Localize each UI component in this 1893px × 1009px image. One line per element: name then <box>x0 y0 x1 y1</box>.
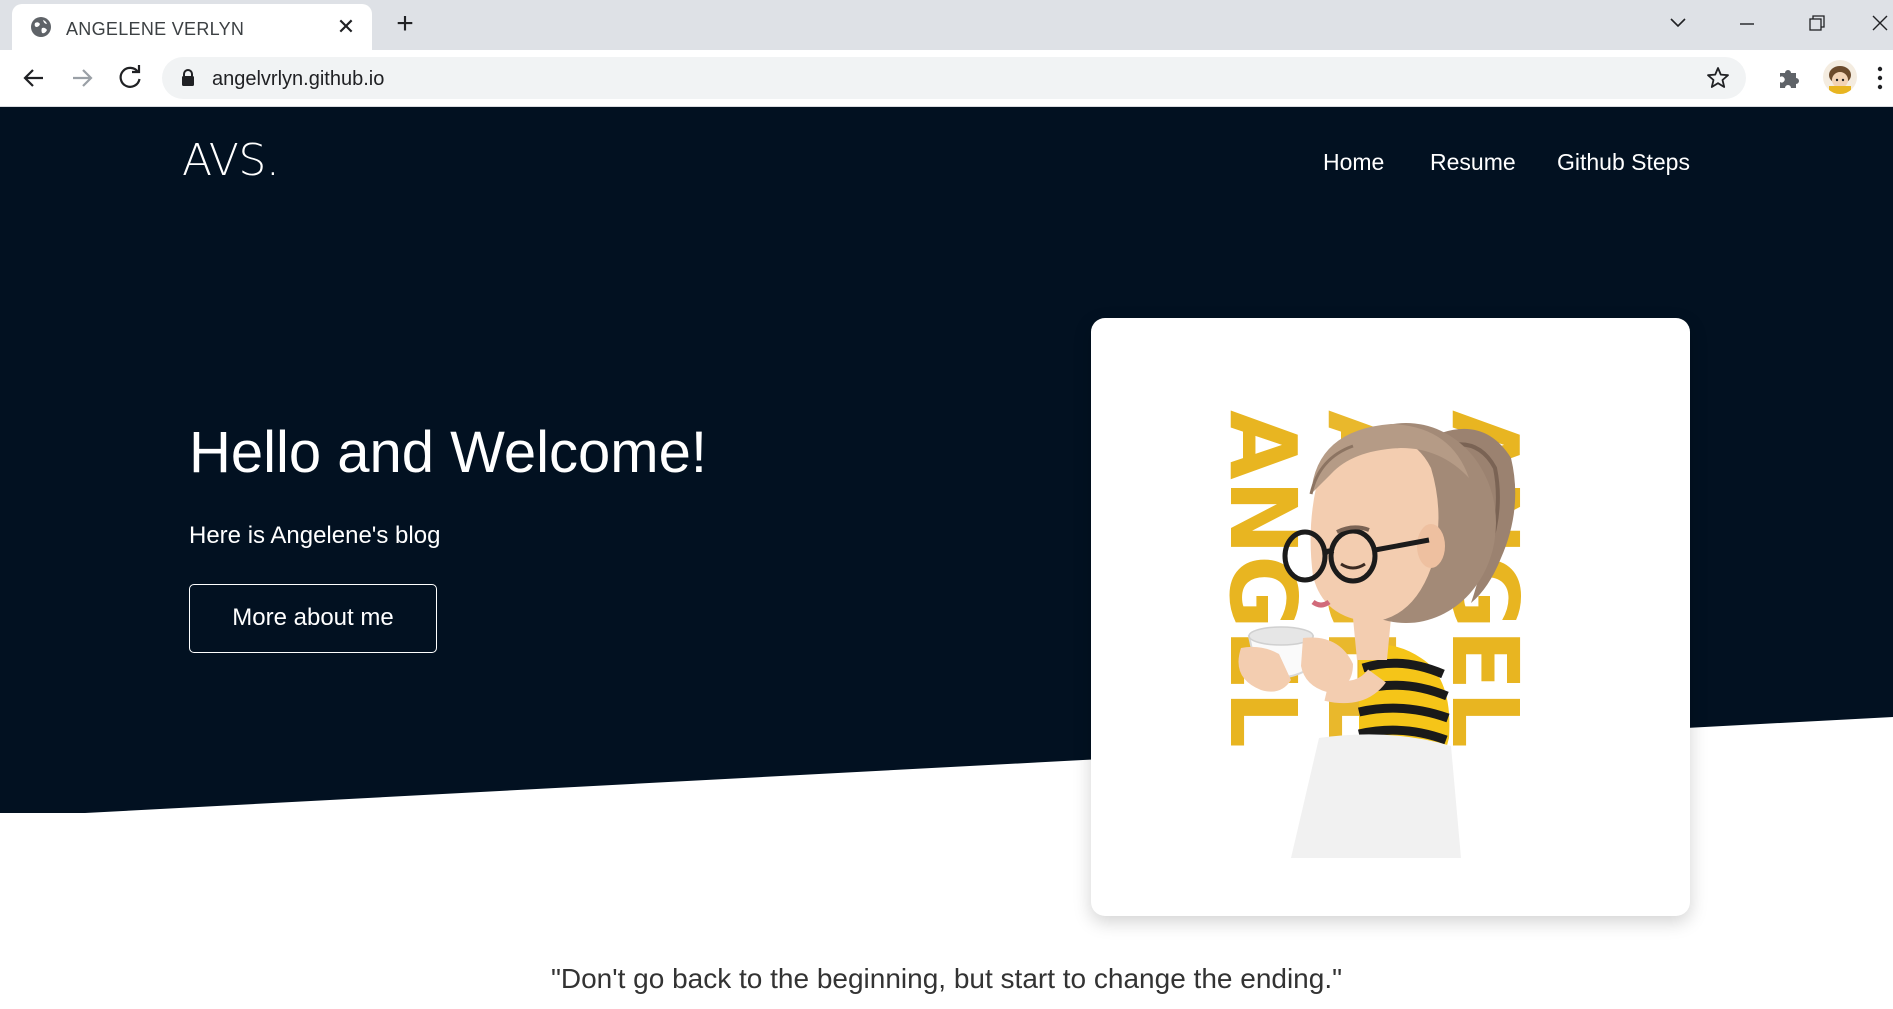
forward-arrow-icon[interactable] <box>64 60 100 96</box>
address-bar[interactable]: angelvrlyn.github.io <box>162 57 1746 99</box>
star-icon[interactable] <box>1704 64 1732 92</box>
close-tab-icon[interactable]: ✕ <box>334 15 358 39</box>
reload-icon[interactable] <box>112 60 148 96</box>
url-text[interactable]: angelvrlyn.github.io <box>212 68 384 91</box>
profile-avatar[interactable] <box>1823 60 1857 94</box>
restore-icon[interactable] <box>1796 8 1836 38</box>
hero-subtitle: Here is Angelene's blog <box>189 522 441 549</box>
puzzle-icon[interactable] <box>1776 65 1802 91</box>
nav-link-resume[interactable]: Resume <box>1430 149 1516 176</box>
lock-icon[interactable] <box>180 68 196 88</box>
close-window-icon[interactable] <box>1860 8 1893 38</box>
browser-toolbar: angelvrlyn.github.io <box>0 50 1893 107</box>
tab-title: ANGELENE VERLYN <box>66 19 245 39</box>
avatar-image <box>1823 60 1857 94</box>
browser-tab[interactable]: ANGELENE VERLYN ✕ <box>12 4 372 50</box>
hero-title: Hello and Welcome! <box>189 420 707 485</box>
nav-link-github-steps[interactable]: Github Steps <box>1557 149 1690 176</box>
tab-search-chevron-icon[interactable] <box>1658 8 1698 38</box>
back-arrow-icon[interactable] <box>16 60 52 96</box>
minimize-icon[interactable] <box>1727 8 1767 38</box>
globe-icon <box>31 17 51 37</box>
quote-text: "Don't go back to the beginning, but sta… <box>550 963 1343 994</box>
more-about-me-button[interactable]: More about me <box>189 584 437 653</box>
web-page: AVS. Home Resume Github Steps Hello and … <box>0 107 1893 1009</box>
nav-link-home[interactable]: Home <box>1323 149 1384 176</box>
avatar-illustration: ANGEL ANGEL ANGEL <box>1209 410 1538 858</box>
tab-strip: ANGELENE VERLYN ✕ + <box>0 0 1893 50</box>
new-tab-plus-icon[interactable]: + <box>390 9 420 40</box>
profile-card: ANGEL ANGEL ANGEL <box>1091 318 1690 916</box>
site-logo[interactable]: AVS. <box>182 135 280 186</box>
more-vertical-icon[interactable] <box>1874 62 1886 94</box>
